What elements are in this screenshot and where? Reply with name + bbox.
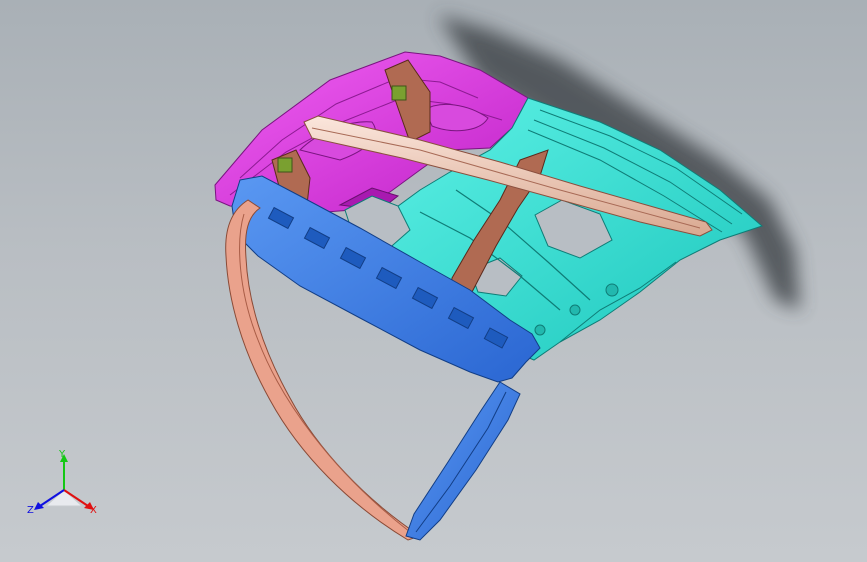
y-axis-label: Y (59, 449, 66, 460)
x-axis-label: X (90, 505, 97, 516)
hood-assembly-model[interactable] (0, 0, 867, 562)
graphics-viewport[interactable]: Y X Z (0, 0, 867, 562)
z-axis-label: Z (27, 505, 34, 516)
blue-side-arm[interactable] (405, 381, 521, 541)
view-orientation-triad[interactable]: Y X Z (24, 448, 104, 524)
